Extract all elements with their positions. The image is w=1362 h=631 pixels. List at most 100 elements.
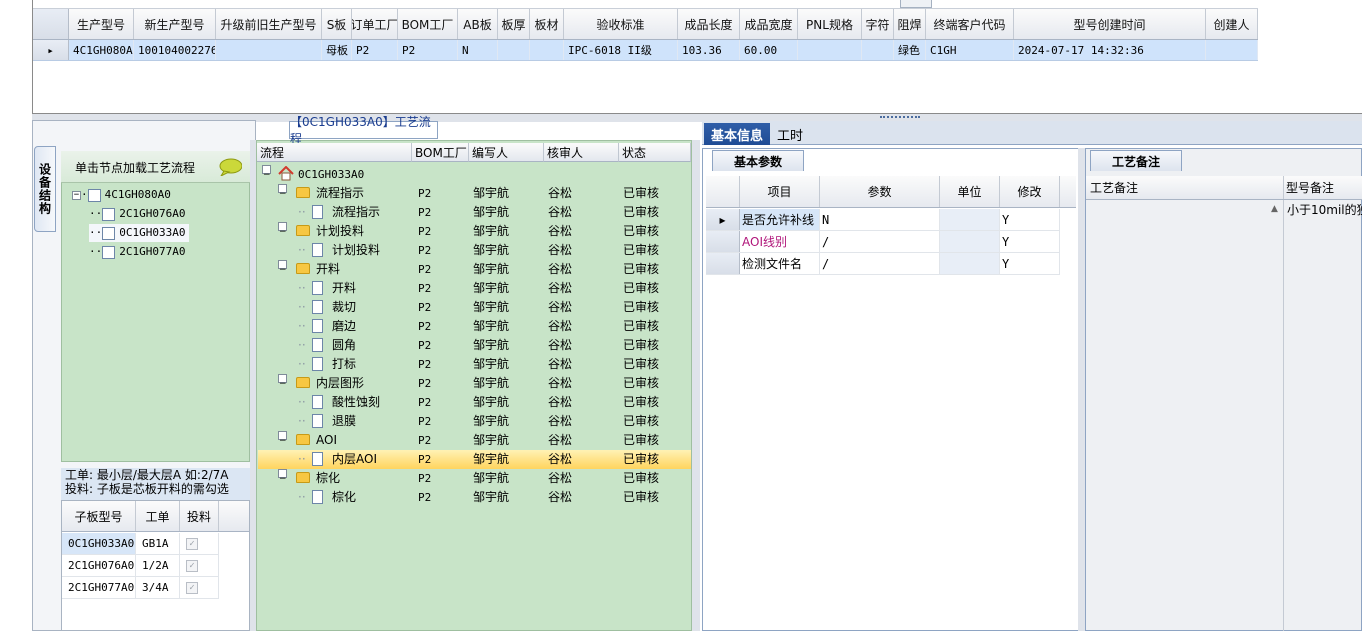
cell-param[interactable]: / [820,231,940,252]
grid-cell[interactable] [216,40,322,60]
column-header[interactable]: 升级前旧生产型号 [216,9,322,39]
cell-order[interactable]: 1/2A [136,555,180,576]
process-step[interactable]: − 开料 P2 邹宇航 谷松 已审核 [258,260,691,279]
column-header[interactable]: 验收标准 [564,9,678,39]
column-header[interactable]: 投料 [180,501,219,531]
tree-node[interactable]: ·· 2C1GH076A0 [89,205,185,223]
grid-cell[interactable]: 10010400227615 [134,40,216,60]
column-header[interactable]: 修改 [1000,176,1060,207]
process-step[interactable]: ·· 棕化 P2 邹宇航 谷松 已审核 [258,488,691,507]
row-selector[interactable]: ▸ [33,40,69,60]
grid-cell[interactable]: C1GH [926,40,1014,60]
cell-param[interactable]: / [820,253,940,274]
column-header[interactable]: 终端客户代码 [926,9,1014,39]
table-row[interactable]: 2C1GH076A0 1/2A ✓ [62,555,219,577]
column-header[interactable]: AB板 [458,9,498,39]
column-header[interactable]: 成品长度 [678,9,740,39]
feed-checkbox[interactable]: ✓ [186,537,198,550]
process-step[interactable]: − 计划投料 P2 邹宇航 谷松 已审核 [258,222,691,241]
model-grid-row[interactable]: ▸4C1GH080A010010400227615母板P2P2NIPC-6018… [33,40,1258,61]
table-row[interactable]: ▸ 是否允许补线 N Y [706,209,1060,231]
column-header[interactable]: 工艺备注 [1086,176,1284,199]
column-header[interactable]: 成品宽度 [740,9,798,39]
grid-cell[interactable] [862,40,894,60]
column-header[interactable]: 状态 [619,143,691,162]
process-step-selected[interactable]: ·· 内层AOI P2 邹宇航 谷松 已审核 [258,450,691,469]
process-step[interactable]: ·· 裁切 P2 邹宇航 谷松 已审核 [258,298,691,317]
process-root[interactable]: − 0C1GH033A0 [258,165,691,184]
column-header[interactable]: 板材 [530,9,564,39]
column-header[interactable]: 新生产型号 [134,9,216,39]
column-header[interactable]: 工单 [136,501,180,531]
tab-process-notes[interactable]: 工艺备注 [1090,150,1182,171]
table-row[interactable]: 2C1GH077A0 3/4A ✓ [62,577,219,599]
grid-cell[interactable] [498,40,530,60]
grid-cell[interactable]: IPC-6018 II级 [564,40,678,60]
model-note[interactable]: 小于10mil的独 [1287,201,1362,217]
column-header[interactable]: 阻焊 [894,9,926,39]
tree-node[interactable]: ·· 2C1GH077A0 [89,243,185,261]
column-header[interactable]: 型号创建时间 [1014,9,1206,39]
column-header[interactable]: PNL规格 [798,9,862,39]
process-step[interactable]: ·· 开料 P2 邹宇航 谷松 已审核 [258,279,691,298]
column-header[interactable]: 流程 [257,143,412,162]
grid-cell[interactable]: 绿色 [894,40,926,60]
column-header[interactable]: 核审人 [544,143,619,162]
process-step[interactable]: ·· 酸性蚀刻 P2 邹宇航 谷松 已审核 [258,393,691,412]
tree-node-root[interactable]: − · 4C1GH080A0 [72,186,171,204]
column-header[interactable]: 型号备注 [1284,176,1362,199]
grid-cell[interactable]: 4C1GH080A0 [69,40,134,60]
column-header[interactable]: 单位 [940,176,1000,207]
grid-cell[interactable]: 103.36 [678,40,740,60]
process-step[interactable]: − 棕化 P2 邹宇航 谷松 已审核 [258,469,691,488]
tab-work-hours[interactable]: 工时 [772,123,808,145]
table-row[interactable]: 检测文件名 / Y [706,253,1060,275]
cell-param[interactable]: N [820,209,940,230]
feed-checkbox[interactable]: ✓ [186,581,198,594]
tab-basic-info[interactable]: 基本信息 [704,123,770,145]
middle-splitter[interactable] [692,140,700,631]
cell-order[interactable]: 3/4A [136,577,180,598]
table-row[interactable]: AOI线别 / Y [706,231,1060,253]
process-step[interactable]: ·· 磨边 P2 邹宇航 谷松 已审核 [258,317,691,336]
scroll-up-icon[interactable]: ▲ [1271,204,1278,214]
process-step[interactable]: ·· 圆角 P2 邹宇航 谷松 已审核 [258,336,691,355]
process-step[interactable]: − 流程指示 P2 邹宇航 谷松 已审核 [258,184,691,203]
grid-cell[interactable] [530,40,564,60]
grid-cell[interactable] [798,40,862,60]
grid-cell[interactable]: N [458,40,498,60]
grid-cell[interactable]: P2 [398,40,458,60]
splitter-grip-icon[interactable] [880,116,920,120]
cell-order[interactable]: GB1A [136,533,180,554]
column-header[interactable]: 字符 [862,9,894,39]
tree-node-selected[interactable]: ·· 0C1GH033A0 [89,224,190,242]
column-header[interactable]: 生产型号 [69,9,134,39]
table-row[interactable]: 0C1GH033A0 GB1A ✓ [62,533,219,555]
process-step[interactable]: − AOI P2 邹宇航 谷松 已审核 [258,431,691,450]
tab-basic-params[interactable]: 基本参数 [712,150,804,171]
process-notes-textarea[interactable] [1086,200,1284,631]
process-step[interactable]: ·· 打标 P2 邹宇航 谷松 已审核 [258,355,691,374]
grid-cell[interactable] [1206,40,1258,60]
process-step[interactable]: ·· 退膜 P2 邹宇航 谷松 已审核 [258,412,691,431]
column-header[interactable]: 创建人 [1206,9,1258,39]
grid-cell[interactable]: 母板 [322,40,352,60]
right-splitter[interactable] [1078,148,1085,631]
column-header[interactable]: BOM工厂 [398,9,458,39]
column-header[interactable]: 板厚 [498,9,530,39]
feed-checkbox[interactable]: ✓ [186,559,198,572]
column-header[interactable]: 子板型号 [62,501,136,531]
column-header[interactable]: 项目 [740,176,820,207]
column-header[interactable]: 订单工厂 [352,9,398,39]
tab-equipment-structure[interactable]: 设备结构 [34,146,56,232]
column-header[interactable]: BOM工厂 [412,143,469,162]
column-header[interactable]: S板 [322,9,352,39]
process-step[interactable]: ·· 流程指示 P2 邹宇航 谷松 已审核 [258,203,691,222]
column-header[interactable]: 编写人 [469,143,544,162]
process-step[interactable]: − 内层图形 P2 邹宇航 谷松 已审核 [258,374,691,393]
grid-cell[interactable]: P2 [352,40,398,60]
grid-cell[interactable]: 60.00 [740,40,798,60]
grid-cell[interactable]: 2024-07-17 14:32:36 [1014,40,1206,60]
process-step[interactable]: ·· 计划投料 P2 邹宇航 谷松 已审核 [258,241,691,260]
column-header[interactable]: 参数 [820,176,940,207]
